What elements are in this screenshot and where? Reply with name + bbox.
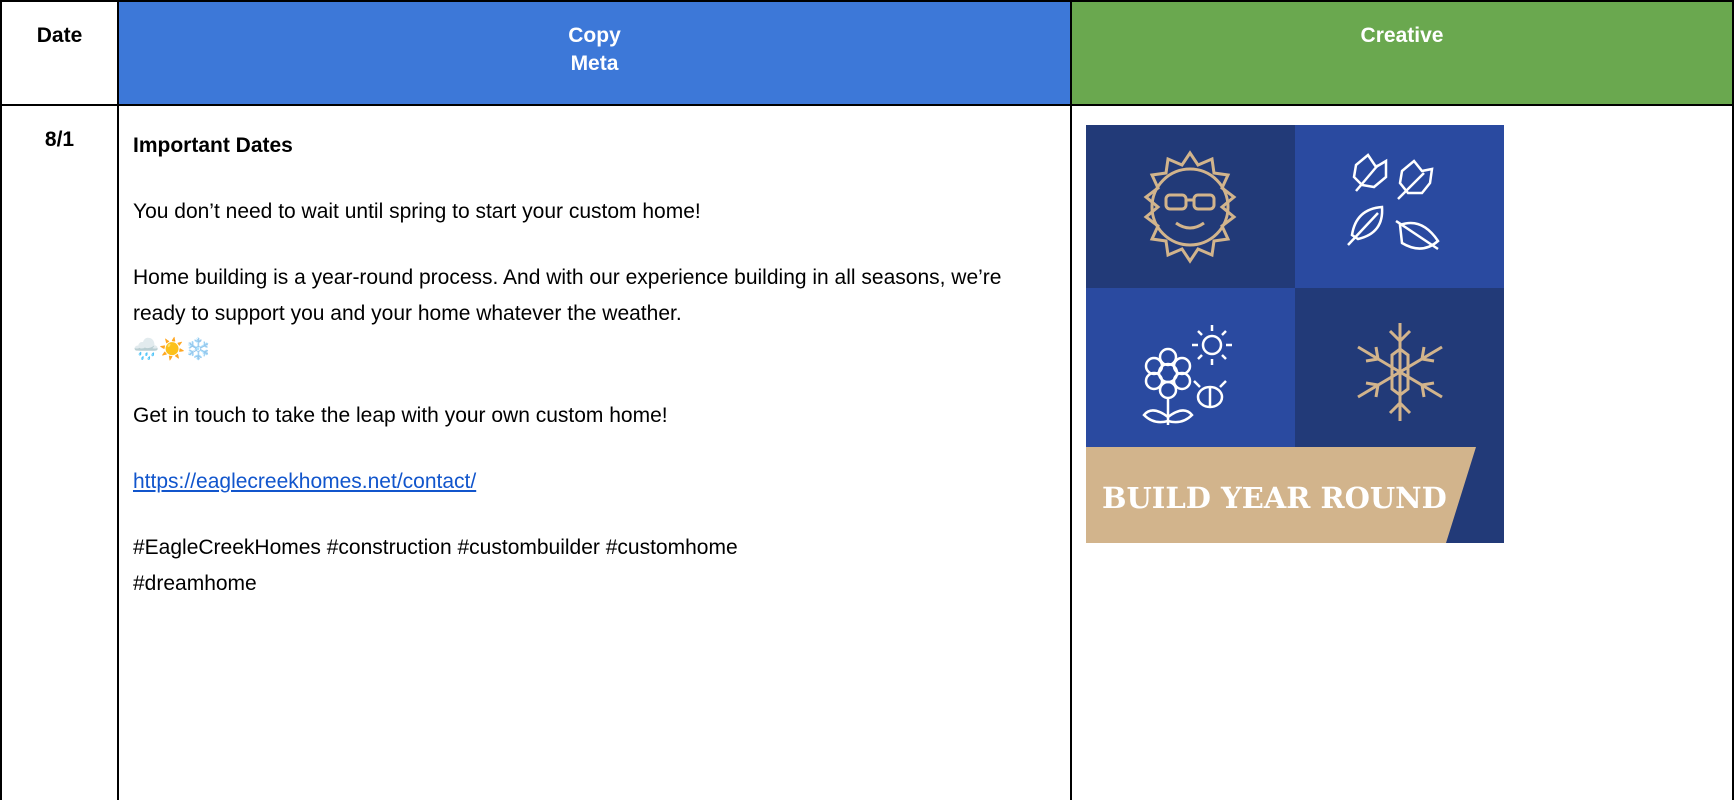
post-hashtags: #EagleCreekHomes #construction #custombu… (133, 530, 1056, 602)
header-meta-label: Meta (570, 52, 619, 75)
quadrant-top-left (1086, 125, 1295, 288)
row-date: 8/1 (44, 128, 75, 151)
quadrant-top-right (1295, 125, 1504, 288)
copy-cell: Important Dates You don’t need to wait u… (119, 106, 1070, 800)
header-copy-label: Copy (568, 24, 621, 47)
header-copy: Copy Meta (119, 2, 1070, 104)
contact-link[interactable]: https://eaglecreekhomes.net/contact/ (133, 470, 476, 493)
weather-emojis: 🌧️☀️❄️ (133, 338, 212, 361)
post-paragraph-3: Get in touch to take the leap with your … (133, 404, 668, 427)
post-paragraph-2-text: Home building is a year-round process. A… (133, 266, 1002, 325)
post-paragraph-2: Home building is a year-round process. A… (133, 260, 1056, 368)
hashtags-line-1: #EagleCreekHomes #construction #custombu… (133, 536, 738, 559)
header-date: Date (2, 2, 117, 104)
post-title: Important Dates (133, 134, 293, 157)
creative-image: BUILD YEAR ROUND (1086, 125, 1504, 543)
header-date-label: Date (36, 24, 83, 47)
table-border-col2 (1070, 0, 1072, 800)
header-creative-label: Creative (1360, 24, 1444, 47)
post-paragraph-1: You don’t need to wait until spring to s… (133, 200, 701, 223)
hashtags-line-2: #dreamhome (133, 572, 257, 595)
banner-text: BUILD YEAR ROUND (1102, 481, 1447, 515)
header-creative: Creative (1072, 2, 1732, 104)
